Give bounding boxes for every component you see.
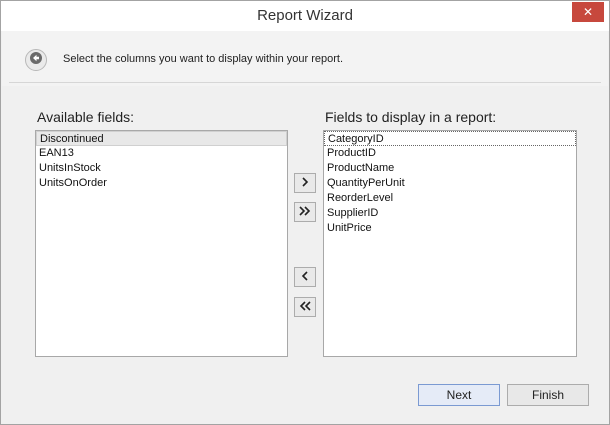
list-item[interactable]: EAN13 [36,146,287,161]
list-item[interactable]: ReorderLevel [324,191,576,206]
wizard-header: Select the columns you want to display w… [2,31,608,86]
remove-field-button[interactable] [294,267,316,287]
instruction-text: Select the columns you want to display w… [63,53,344,65]
title-bar: Report Wizard ✕ [1,1,609,31]
double-chevron-left-icon [299,298,311,316]
back-button[interactable] [25,49,47,71]
add-all-fields-button[interactable] [294,202,316,222]
close-button[interactable]: ✕ [572,2,604,22]
list-item[interactable]: UnitsOnOrder [36,176,287,191]
next-button[interactable]: Next [418,384,500,406]
list-item[interactable]: CategoryID [324,131,576,146]
list-item[interactable]: UnitsInStock [36,161,287,176]
finish-button[interactable]: Finish [507,384,589,406]
header-separator [9,82,601,83]
list-item[interactable]: ProductID [324,146,576,161]
display-fields-list[interactable]: CategoryID ProductID ProductName QuantityPe… [323,130,577,357]
list-item[interactable]: SupplierID [324,206,576,221]
list-item[interactable]: QuantityPerUnit [324,176,576,191]
list-item[interactable]: ProductName [324,161,576,176]
add-field-button[interactable] [294,173,316,193]
available-fields-label: Available fields: [37,109,135,125]
display-fields-label: Fields to display in a report: [325,109,497,125]
list-item[interactable]: UnitPrice [324,221,576,236]
list-item[interactable]: Discontinued [36,131,287,146]
report-wizard-window: Report Wizard ✕ Select the columns you w… [0,0,610,425]
window-title: Report Wizard [257,7,353,24]
double-chevron-right-icon [299,203,311,221]
chevron-left-icon [300,268,310,286]
chevron-right-icon [300,174,310,192]
remove-all-fields-button[interactable] [294,297,316,317]
available-fields-list[interactable]: Discontinued EAN13 UnitsInStock UnitsOnOrde… [35,130,288,357]
arrow-left-icon [30,51,42,69]
